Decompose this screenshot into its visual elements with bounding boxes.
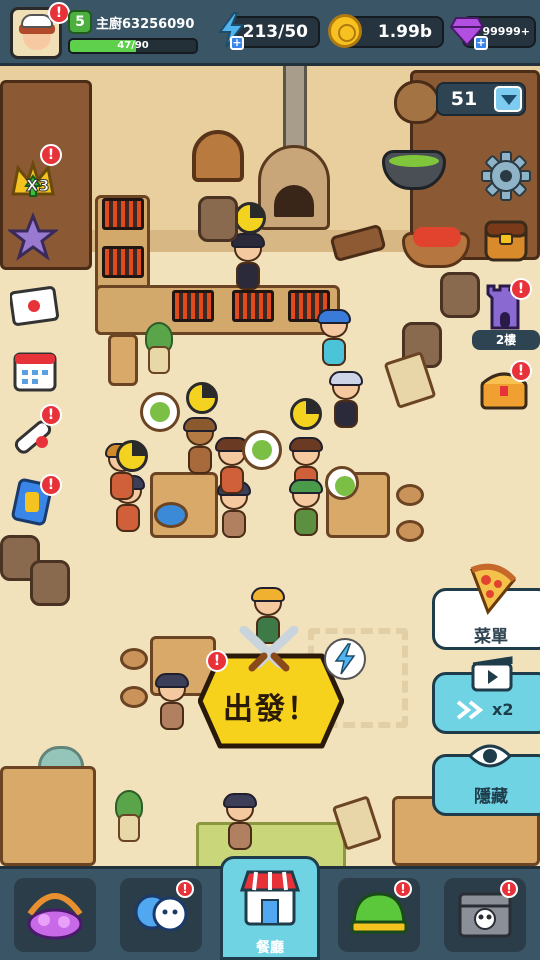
- ingredient-sack-icon: [394, 80, 440, 124]
- go-alert-badge: !: [206, 650, 228, 672]
- xp-text: 47/90: [117, 40, 149, 51]
- gear-icon: [481, 151, 531, 201]
- xp-bar: 47/90: [68, 38, 198, 54]
- potted-plant: [142, 322, 173, 374]
- social-alert-badge: !: [176, 880, 194, 898]
- nav-restaurant-label: 餐廳: [256, 940, 284, 956]
- barrel: [30, 560, 70, 606]
- order-plate[interactable]: [325, 466, 359, 500]
- order-plate[interactable]: [140, 392, 180, 432]
- video-icon: [471, 656, 513, 692]
- shop-icon: [239, 870, 301, 926]
- calendar-button[interactable]: [12, 348, 62, 398]
- grill[interactable]: [102, 198, 144, 230]
- calendar-icon: [13, 352, 57, 392]
- cook-timer: [234, 202, 266, 234]
- ingredient-count: 51: [450, 88, 478, 110]
- arched-window: [192, 130, 244, 182]
- grill[interactable]: [232, 290, 274, 322]
- menu-label: 菜單: [474, 627, 508, 647]
- gem-pile-icon: [27, 893, 83, 940]
- chest-alert-badge: !: [510, 360, 532, 382]
- knight-character[interactable]: [180, 417, 220, 478]
- player-name: 主廚63256090: [96, 17, 195, 32]
- stool: [396, 484, 424, 506]
- crossed-swords-icon: [239, 626, 299, 672]
- boost-alert-badge: !: [40, 144, 62, 166]
- chef-character[interactable]: [228, 233, 268, 294]
- scroll-alert-badge: !: [40, 404, 62, 426]
- grill[interactable]: [102, 246, 144, 278]
- order-timer: [186, 382, 218, 414]
- order-plate[interactable]: [242, 430, 282, 470]
- drink-alert-badge: !: [40, 474, 62, 496]
- dining-table[interactable]: [0, 766, 96, 866]
- fast-forward-icon: [456, 700, 484, 720]
- customer-character[interactable]: [220, 793, 260, 854]
- pizza-icon: [470, 563, 517, 615]
- hide-label: 隱藏: [474, 787, 508, 807]
- barrel: [440, 272, 480, 318]
- order-timer: [116, 440, 148, 472]
- eye-icon: [468, 744, 512, 768]
- mail-button[interactable]: [9, 284, 60, 334]
- coin-icon: [328, 14, 362, 48]
- star-button[interactable]: [6, 211, 60, 262]
- star-icon: [6, 211, 60, 261]
- equipment-alert-badge: !: [394, 880, 412, 898]
- floor-label: 2樓: [472, 330, 540, 350]
- grill[interactable]: [172, 290, 214, 322]
- barrel: [198, 196, 238, 242]
- settings-button[interactable]: [480, 150, 531, 201]
- add-gem-button[interactable]: +: [474, 36, 488, 50]
- energy-bubble-icon: [324, 638, 366, 680]
- customer-character[interactable]: [152, 673, 192, 734]
- stool: [120, 648, 148, 670]
- speed-label: x2: [492, 700, 514, 719]
- chimney: [283, 60, 307, 150]
- order-timer: [290, 398, 322, 430]
- mermaid-staff[interactable]: [314, 309, 354, 370]
- restaurant-scene[interactable]: [0, 0, 540, 960]
- small-table: [108, 334, 138, 386]
- customer-character[interactable]: [286, 479, 326, 540]
- oven-mouth: [274, 185, 314, 217]
- backpack-icon: [484, 220, 528, 262]
- soup-bowl: [154, 502, 188, 528]
- ingredient-dropdown-button[interactable]: [494, 86, 522, 112]
- inventory-button[interactable]: [482, 216, 532, 266]
- envelope-icon: [9, 286, 59, 326]
- potted-plant: [112, 790, 143, 842]
- dungeon-alert-badge: !: [500, 880, 518, 898]
- avatar-alert-badge: !: [48, 2, 70, 24]
- player-level: 5: [68, 10, 92, 34]
- multiplier-label: X3: [25, 176, 50, 196]
- stool: [396, 520, 424, 542]
- stool: [120, 686, 148, 708]
- add-energy-button[interactable]: +: [230, 36, 244, 50]
- waitress-staff[interactable]: [326, 371, 366, 432]
- go-label: 出發！: [223, 692, 319, 727]
- tower-alert-badge: !: [510, 278, 532, 300]
